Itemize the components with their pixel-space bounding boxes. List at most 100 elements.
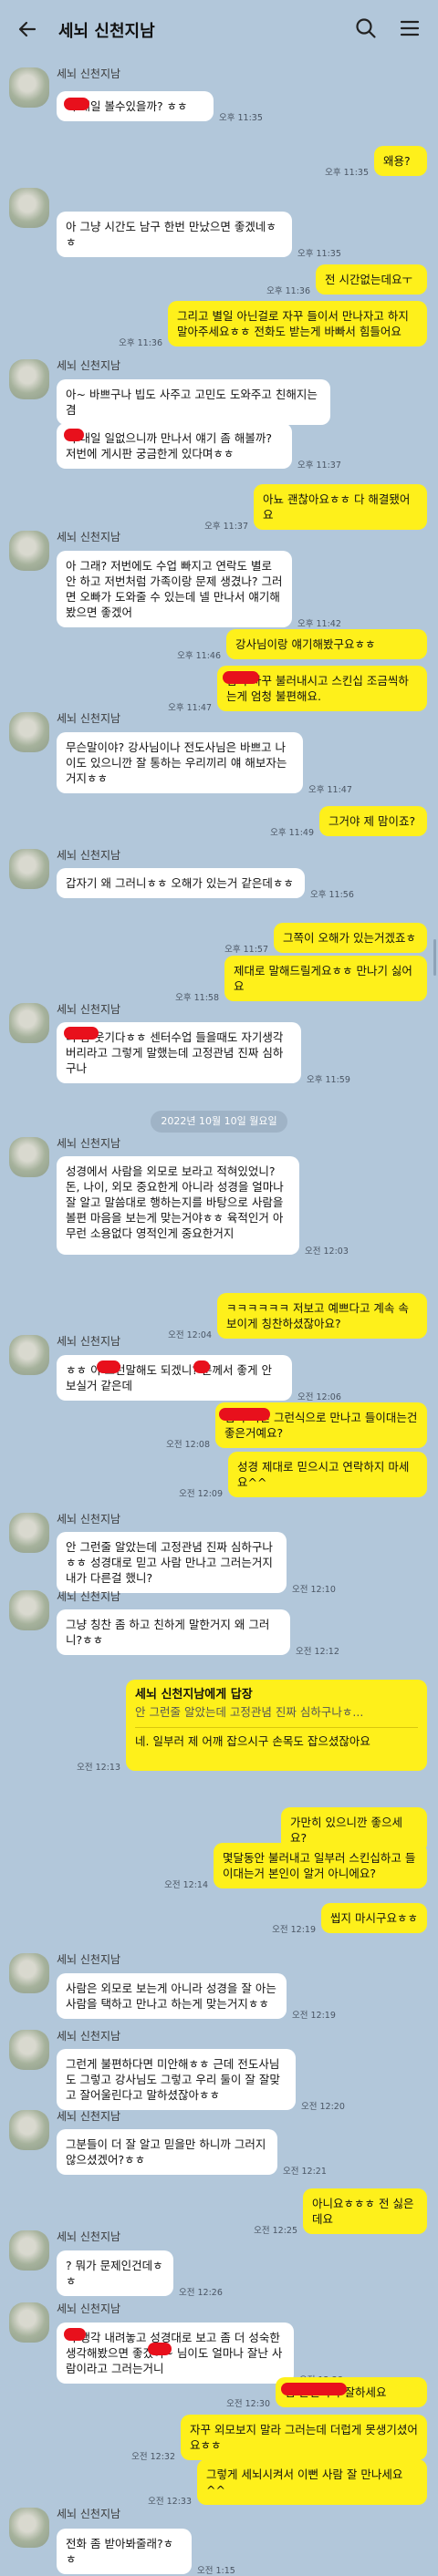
message-time: 오전 12:21: [283, 2167, 327, 2177]
message-time: 오후 11:47: [308, 785, 352, 795]
avatar[interactable]: [9, 2230, 49, 2271]
outgoing-message[interactable]: 그거야 제 맘이죠?: [319, 806, 427, 836]
incoming-message[interactable]: 무슨말이야? 강사님이나 전도사님은 바쁘고 나이도 있으니깐 잘 통하는 우리…: [57, 732, 303, 793]
message-text: 아뇨 괜찮아요ㅎㅎ 다 해결됐어요: [263, 492, 411, 522]
incoming-message[interactable]: 너 참 웃기다ㅎㅎ 센터수업 들을때도 자기생각 버리라고 그렇게 말했는데 고…: [57, 1022, 301, 1083]
scrollbar[interactable]: [433, 939, 436, 976]
outgoing-message[interactable]: ㅋㅋㅋㅋㅋㅋ 저보고 예쁘다고 계속 속보이게 칭찬하셨잖아요?: [217, 1293, 427, 1339]
message-text: 씹지 마시구요ㅎㅎ: [330, 1911, 418, 1925]
outgoing-message[interactable]: 님의 저런 그런식으로 만나고 들이대는건 좋은거예요?: [215, 1402, 427, 1448]
incoming-message[interactable]: 아~ 바쁘구나 빕도 사주고 고민도 도와주고 친해지는겸: [57, 379, 330, 425]
outgoing-message[interactable]: 님 본인이나 잘하세요: [276, 2377, 427, 2407]
avatar[interactable]: [9, 67, 49, 108]
outgoing-message[interactable]: 아뇨 괜찮아요ㅎㅎ 다 해결됐어요: [254, 484, 427, 530]
back-arrow-icon[interactable]: [16, 18, 38, 40]
message-time: 오전 12:19: [272, 1925, 316, 1935]
sender-name: 세뇌 신천지남: [57, 1953, 121, 1966]
message-text: ? 뭐가 문제인건데ㅎㅎ: [66, 2259, 163, 2288]
message-text: 갑자기 왜 그러니ㅎㅎ 오해가 있는거 같은데ㅎㅎ: [66, 876, 294, 890]
incoming-message[interactable]: ㅎㅎ 이 그런말해도 되겠니? 분께서 좋게 안 보실거 같은데: [57, 1355, 292, 1401]
incoming-message[interactable]: 성경에서 사람을 외모로 보라고 적혀있었니? 돈, 나이, 외모 중요한게 아…: [57, 1156, 299, 1255]
incoming-message[interactable]: 전화 좀 받아봐줄래?ㅎㅎ: [57, 2529, 192, 2574]
avatar[interactable]: [9, 1590, 49, 1630]
message-text: 전화 좀 받아봐줄래?ㅎㅎ: [66, 2537, 174, 2566]
outgoing-message[interactable]: 성경 제대로 믿으시고 연락하지 마세요^^: [228, 1452, 427, 1497]
message-text: 전 시간없는데요ㅜ: [325, 273, 412, 286]
avatar[interactable]: [9, 359, 49, 399]
outgoing-message[interactable]: 강사님이랑 얘기해봤구요ㅎㅎ: [226, 629, 427, 659]
sender-name: 세뇌 신천지남: [57, 2230, 121, 2243]
chat-header: 세뇌 신천지남: [0, 0, 438, 58]
incoming-message[interactable]: 이 생각 내려놓고 성경대로 보고 좀 더 성숙한 생각해봤으면 좋겠어~ 님이…: [57, 2323, 294, 2384]
message-time: 오전 12:26: [179, 2288, 223, 2298]
avatar[interactable]: [9, 2508, 49, 2548]
outgoing-message[interactable]: 그리고 별일 아닌걸로 자꾸 들이서 만나자고 하지 말아주세요ㅎㅎ 전화도 받…: [168, 301, 427, 347]
outgoing-message[interactable]: 그렇게 세뇌시켜서 이뻔 사람 잘 만나세요^^: [197, 2459, 427, 2505]
incoming-message[interactable]: ? 뭐가 문제인건데ㅎㅎ: [57, 2250, 173, 2296]
incoming-message[interactable]: 아 그래? 저번에도 수업 빠지고 연락도 별로 안 하고 저번처럼 가족이랑 …: [57, 551, 292, 627]
redaction-mark: [64, 429, 84, 441]
outgoing-message[interactable]: 님이 자꾸 불러내시고 스킨십 조금씩하는게 엄청 불편해요.: [217, 666, 427, 711]
sender-name: 세뇌 신천지남: [57, 1590, 121, 1603]
avatar[interactable]: [9, 2302, 49, 2343]
avatar[interactable]: [9, 849, 49, 889]
reply-quote[interactable]: 안 그런줄 알았는데 고정관념 진짜 심하구나ㅎ...: [135, 1704, 418, 1720]
avatar[interactable]: [9, 712, 49, 752]
redaction-mark: [64, 2328, 86, 2341]
outgoing-message[interactable]: 제대로 말해드릴게요ㅎㅎ 만나기 싫어요: [224, 956, 427, 1001]
message-time: 오전 12:09: [179, 1489, 223, 1499]
message-time: 오후 11:35: [325, 168, 369, 178]
outgoing-message[interactable]: 왜용?: [374, 146, 427, 176]
outgoing-message[interactable]: 세뇌 신천지남에게 답장 안 그런줄 알았는데 고정관념 진짜 심하구나ㅎ... 네…: [126, 1680, 427, 1771]
message-time: 오후 11:35: [219, 113, 263, 123]
message-text: ㅋㅋㅋㅋㅋㅋ 저보고 예쁘다고 계속 속보이게 칭찬하셨잖아요?: [226, 1301, 409, 1330]
avatar[interactable]: [9, 2030, 49, 2070]
incoming-message[interactable]: 갑자기 왜 그러니ㅎㅎ 오해가 있는거 같은데ㅎㅎ: [57, 868, 305, 898]
avatar[interactable]: [9, 1003, 49, 1043]
message-text: 자꾸 외모보지 말라 그러는데 더럽게 못생기셨어요ㅎㅎ: [190, 2423, 418, 2452]
message-text: 그분들이 더 잘 알고 믿을만 하니까 그러지 않으셨겠어?ㅎㅎ: [66, 2137, 266, 2167]
message-time: 오전 12:30: [226, 2399, 270, 2409]
avatar[interactable]: [9, 1335, 49, 1375]
avatar[interactable]: [9, 1513, 49, 1553]
incoming-message[interactable]: 안 그런줄 알았는데 고정관념 진짜 심하구나ㅎㅎ 성경대로 믿고 사람 만나고…: [57, 1532, 287, 1593]
redaction-mark: [97, 1360, 120, 1373]
outgoing-message[interactable]: 자꾸 외모보지 말라 그러는데 더럽게 못생기셨어요ㅎㅎ: [181, 2415, 427, 2460]
message-text: 이 생각 내려놓고 성경대로 보고 좀 더 성숙한 생각해봤으면 좋겠어~ 님이…: [66, 2331, 283, 2375]
message-time: 오전 12:08: [166, 1440, 210, 1450]
incoming-message[interactable]: 아 그냥 시간도 남구 한번 만났으면 좋겠네ㅎㅎ: [57, 212, 292, 257]
avatar[interactable]: [9, 531, 49, 571]
reply-divider: [135, 1727, 418, 1728]
message-text: 아니요ㅎㅎㅎ 전 싫은데요: [312, 2197, 414, 2226]
incoming-message[interactable]: 이 내일 볼수있을까? ㅎㅎ: [57, 91, 214, 121]
outgoing-message[interactable]: 몇달동안 불러내고 일부러 스킨십하고 들이대는거 본인이 알거 아니에요?: [214, 1843, 427, 1888]
avatar[interactable]: [9, 1953, 49, 1993]
outgoing-message[interactable]: 그쪽이 오해가 있는거겠죠ㅎ: [274, 923, 427, 953]
avatar[interactable]: [9, 188, 49, 228]
sender-name: 세뇌 신천지남: [57, 2110, 121, 2123]
incoming-message[interactable]: 그냥 칭찬 좀 하고 친하게 말한거지 왜 그러니?ㅎㅎ: [57, 1609, 290, 1655]
search-icon[interactable]: [354, 16, 378, 40]
incoming-message[interactable]: 사람은 외모로 보는게 아니라 성경을 잘 아는 사람을 택하고 만나고 하는게…: [57, 1973, 287, 2019]
redaction-mark: [148, 2343, 172, 2355]
message-time: 오후 11:56: [310, 890, 354, 900]
incoming-message[interactable]: 이 내일 일없으니까 만나서 얘기 좀 해볼까? 저번에 게시판 궁금한게 있다…: [57, 423, 292, 469]
redaction-mark: [64, 1027, 99, 1040]
message-text: 가만히 있으니깐 좋으세요?: [290, 1816, 402, 1845]
incoming-message[interactable]: 그분들이 더 잘 알고 믿을만 하니까 그러지 않으셨겠어?ㅎㅎ: [57, 2129, 277, 2175]
incoming-message[interactable]: 그런게 불편하다면 미안해ㅎㅎ 근데 전도사님도 그렇고 강사님도 그렇고 우리…: [57, 2049, 296, 2110]
avatar[interactable]: [9, 1137, 49, 1177]
message-text: 그쪽이 오해가 있는거겠죠ㅎ: [283, 931, 416, 945]
outgoing-message[interactable]: 아니요ㅎㅎㅎ 전 싫은데요: [303, 2188, 427, 2234]
menu-icon[interactable]: [398, 16, 422, 40]
message-time: 오후 11:49: [270, 828, 314, 838]
outgoing-message[interactable]: 씹지 마시구요ㅎㅎ: [321, 1903, 427, 1933]
message-time: 오후 11:37: [204, 522, 248, 532]
message-text: 아 그냥 시간도 남구 한번 만났으면 좋겠네ㅎㅎ: [66, 220, 276, 249]
message-text: 성경에서 사람을 외모로 보라고 적혀있었니? 돈, 나이, 외모 중요한게 아…: [66, 1164, 284, 1240]
avatar[interactable]: [9, 2110, 49, 2150]
message-time: 오전 12:06: [297, 1392, 341, 1402]
message-time: 오전 12:13: [77, 1763, 120, 1773]
outgoing-message[interactable]: 전 시간없는데요ㅜ: [316, 264, 427, 295]
message-time: 오전 12:04: [168, 1330, 212, 1340]
